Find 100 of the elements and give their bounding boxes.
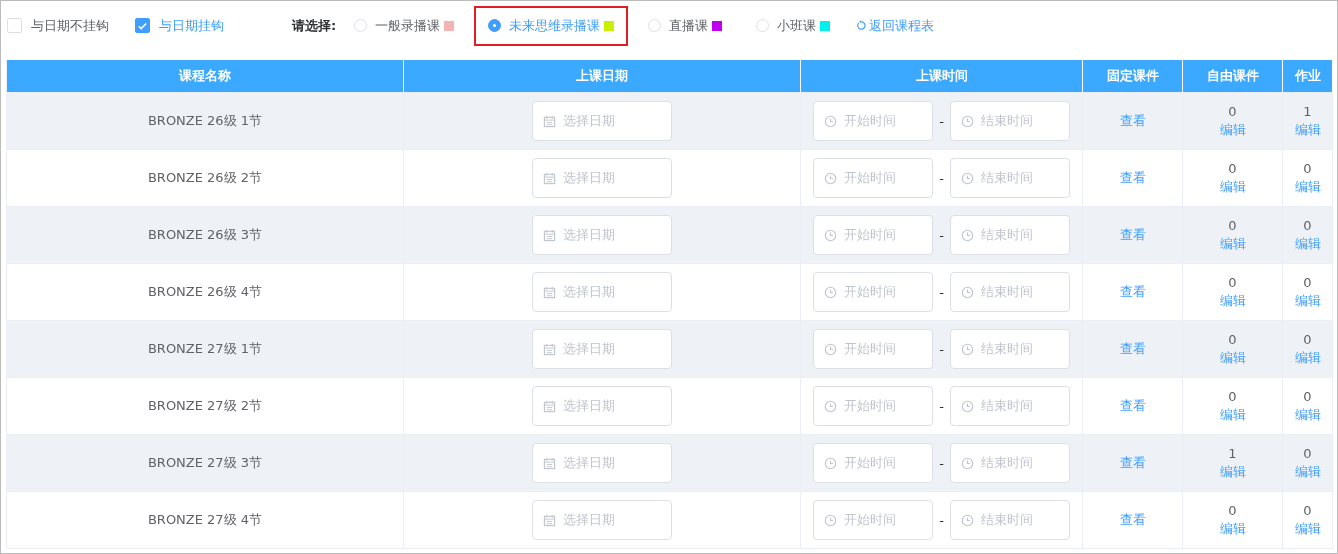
- range-separator: -: [939, 455, 944, 471]
- column-header: 上课日期: [404, 60, 801, 92]
- edit-link[interactable]: 编辑: [1294, 462, 1321, 481]
- view-link[interactable]: 查看: [1119, 283, 1146, 301]
- date-field[interactable]: 选择日期: [532, 158, 672, 198]
- count: 0: [1303, 502, 1312, 518]
- calendar-icon: [543, 228, 556, 242]
- column-header: 自由课件: [1183, 60, 1283, 92]
- edit-link[interactable]: 编辑: [1294, 405, 1321, 424]
- edit-link[interactable]: 编辑: [1294, 177, 1321, 196]
- edit-link[interactable]: 编辑: [1219, 348, 1246, 367]
- start-time-field[interactable]: 开始时间: [813, 215, 934, 255]
- clock-icon: [960, 399, 974, 413]
- end-time-field[interactable]: 结束时间: [949, 443, 1070, 483]
- count: 0: [1303, 331, 1312, 347]
- count: 0: [1228, 160, 1237, 176]
- calendar-icon: [543, 399, 556, 413]
- view-link[interactable]: 查看: [1119, 169, 1146, 187]
- end-time-field[interactable]: 结束时间: [949, 272, 1070, 312]
- date-field[interactable]: 选择日期: [532, 329, 672, 369]
- count: 1: [1228, 445, 1237, 461]
- clock-icon: [824, 228, 838, 242]
- count: 0: [1303, 217, 1312, 233]
- edit-link[interactable]: 编辑: [1219, 405, 1246, 424]
- calendar-icon: [543, 342, 556, 356]
- back-link[interactable]: 返回课程表: [856, 16, 935, 35]
- radio-option[interactable]: 小班课: [742, 5, 845, 46]
- clock-icon: [960, 513, 974, 527]
- edit-link[interactable]: 编辑: [1219, 519, 1246, 538]
- edit-link[interactable]: 编辑: [1294, 234, 1321, 253]
- end-time-field[interactable]: 结束时间: [949, 329, 1070, 369]
- course-name: BRONZE 27级 3节: [147, 454, 263, 472]
- start-time-field[interactable]: 开始时间: [813, 500, 934, 540]
- view-link[interactable]: 查看: [1119, 397, 1146, 415]
- clock-icon: [824, 513, 838, 527]
- date-field[interactable]: 选择日期: [532, 101, 672, 141]
- edit-link[interactable]: 编辑: [1219, 120, 1246, 139]
- course-name: BRONZE 27级 2节: [147, 397, 263, 415]
- range-separator: -: [939, 284, 944, 300]
- count: 0: [1228, 103, 1237, 119]
- clock-icon: [824, 342, 838, 356]
- view-link[interactable]: 查看: [1119, 454, 1146, 472]
- clock-icon: [960, 456, 974, 470]
- start-time-field[interactable]: 开始时间: [813, 158, 934, 198]
- date-field[interactable]: 选择日期: [532, 386, 672, 426]
- course-name: BRONZE 27级 4节: [147, 511, 263, 529]
- date-field[interactable]: 选择日期: [532, 500, 672, 540]
- date-field[interactable]: 选择日期: [532, 272, 672, 312]
- view-link[interactable]: 查看: [1119, 511, 1146, 529]
- range-separator: -: [939, 398, 944, 414]
- range-separator: -: [939, 341, 944, 357]
- edit-link[interactable]: 编辑: [1294, 519, 1321, 538]
- end-time-field[interactable]: 结束时间: [949, 158, 1070, 198]
- start-time-field[interactable]: 开始时间: [813, 101, 934, 141]
- end-time-field[interactable]: 结束时间: [949, 215, 1070, 255]
- count: 0: [1303, 445, 1312, 461]
- range-separator: -: [939, 170, 944, 186]
- view-link[interactable]: 查看: [1119, 340, 1146, 358]
- end-time-field[interactable]: 结束时间: [949, 101, 1070, 141]
- end-time-field[interactable]: 结束时间: [949, 386, 1070, 426]
- date-field[interactable]: 选择日期: [532, 443, 672, 483]
- edit-link[interactable]: 编辑: [1294, 120, 1321, 139]
- clock-icon: [824, 114, 838, 128]
- radio-option[interactable]: 一般录播课: [340, 5, 469, 46]
- radio-option[interactable]: 直播课: [634, 5, 737, 46]
- count: 0: [1303, 274, 1312, 290]
- start-time-field[interactable]: 开始时间: [813, 329, 934, 369]
- clock-icon: [824, 456, 838, 470]
- range-separator: -: [939, 512, 944, 528]
- count: 1: [1303, 103, 1312, 119]
- calendar-icon: [543, 285, 556, 299]
- date-field[interactable]: 选择日期: [532, 215, 672, 255]
- course-name: BRONZE 27级 1节: [147, 340, 263, 358]
- end-time-field[interactable]: 结束时间: [949, 500, 1070, 540]
- count: 0: [1303, 388, 1312, 404]
- clock-icon: [824, 285, 838, 299]
- start-time-field[interactable]: 开始时间: [813, 272, 934, 312]
- edit-link[interactable]: 编辑: [1294, 291, 1321, 310]
- edit-link[interactable]: 编辑: [1219, 291, 1246, 310]
- checkbox-option[interactable]: 与日期不挂钩: [7, 16, 109, 35]
- edit-link[interactable]: 编辑: [1294, 348, 1321, 367]
- checkbox-option[interactable]: 与日期挂钩: [135, 16, 224, 35]
- calendar-icon: [543, 513, 556, 527]
- calendar-icon: [543, 456, 556, 470]
- range-separator: -: [939, 113, 944, 129]
- count: 0: [1228, 388, 1237, 404]
- choose-label: 请选择:: [292, 16, 337, 35]
- refresh-icon: [856, 20, 868, 31]
- edit-link[interactable]: 编辑: [1219, 462, 1246, 481]
- column-header: 作业: [1283, 60, 1333, 92]
- start-time-field[interactable]: 开始时间: [813, 443, 934, 483]
- view-link[interactable]: 查看: [1119, 112, 1146, 130]
- start-time-field[interactable]: 开始时间: [813, 386, 934, 426]
- range-separator: -: [939, 227, 944, 243]
- edit-link[interactable]: 编辑: [1219, 177, 1246, 196]
- edit-link[interactable]: 编辑: [1219, 234, 1246, 253]
- course-name: BRONZE 26级 2节: [147, 169, 263, 187]
- view-link[interactable]: 查看: [1119, 226, 1146, 244]
- clock-icon: [960, 171, 974, 185]
- radio-option[interactable]: 未来思维录播课: [474, 5, 629, 46]
